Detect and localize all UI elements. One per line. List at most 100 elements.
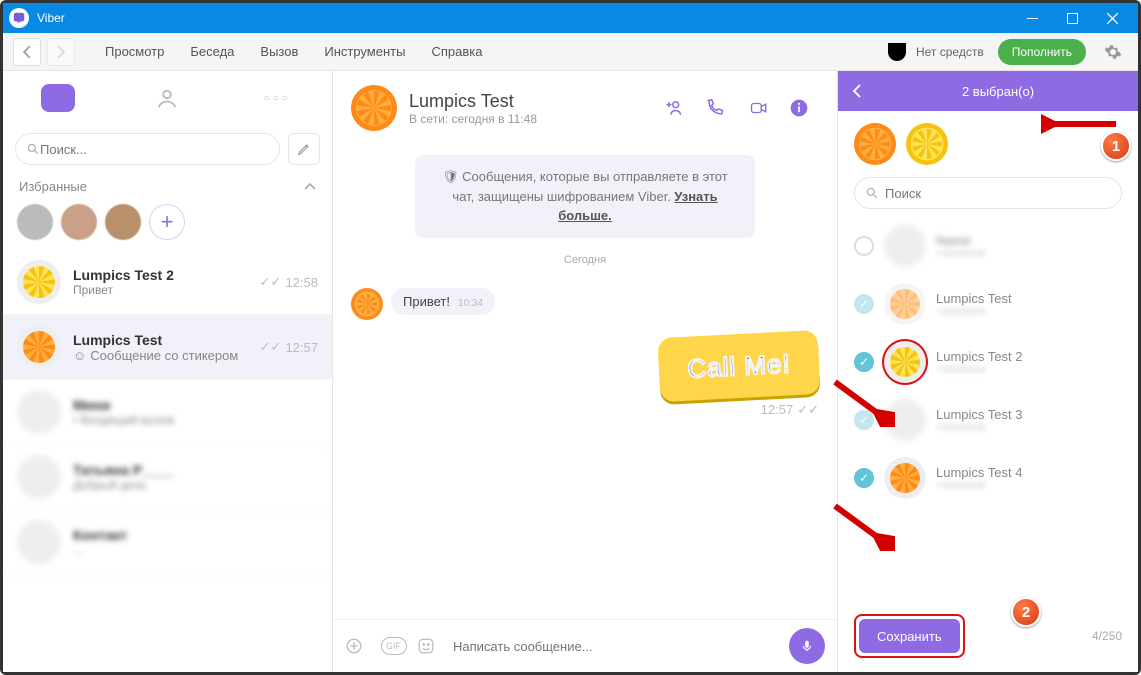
avatar-icon	[884, 225, 926, 267]
close-button[interactable]	[1092, 3, 1132, 33]
check-icon: ✓✓	[797, 402, 819, 418]
gif-button[interactable]: GIF	[381, 637, 407, 655]
settings-button[interactable]	[1098, 37, 1128, 67]
select-title: 2 выбран(о)	[872, 84, 1124, 99]
info-button[interactable]	[789, 98, 819, 118]
avatar-icon	[884, 399, 926, 441]
video-call-button[interactable]	[747, 99, 777, 117]
check-icon: ✓✓	[260, 339, 282, 355]
chat-item[interactable]: Татьяна Р____Добрый день	[3, 445, 332, 510]
chat-name: Lumpics Test	[73, 332, 260, 348]
add-contact-button[interactable]	[663, 98, 693, 118]
message-list: Привет! 10:34 Call Me! 12:57✓✓	[333, 272, 837, 620]
message-text: Привет!	[403, 294, 450, 309]
avatar-icon	[884, 283, 926, 325]
chat-time: 12:57	[285, 340, 318, 355]
conversation-name: Lumpics Test	[409, 91, 651, 112]
attach-button[interactable]	[345, 637, 371, 655]
select-counter: 4/250	[1092, 629, 1122, 643]
balance-text: Нет средств	[916, 45, 984, 59]
maximize-button[interactable]	[1052, 3, 1092, 33]
save-button[interactable]: Сохранить	[859, 619, 960, 653]
chat-name: Lumpics Test 2	[73, 267, 260, 283]
back-button[interactable]	[852, 84, 872, 98]
contact-item[interactable]: ✓ Lumpics Test+0000000	[854, 275, 1128, 333]
menu-help[interactable]: Справка	[421, 40, 492, 63]
tab-contacts[interactable]	[142, 73, 192, 123]
tab-chats[interactable]	[33, 73, 83, 123]
message-out-sticker: Call Me! 12:57✓✓	[351, 334, 819, 418]
chat-item[interactable]: Lumpics Test 2 Привет ✓✓12:58	[3, 250, 332, 315]
message-input[interactable]	[453, 639, 779, 654]
avatar-icon	[351, 288, 383, 320]
chevron-up-icon	[304, 183, 316, 191]
chat-preview: Привет	[73, 283, 260, 297]
tab-more[interactable]: ○○○	[252, 73, 302, 123]
message-time: 12:57	[761, 402, 794, 418]
contact-select-list: Name+0000000 ✓ Lumpics Test+0000000 ✓ Lu…	[838, 217, 1138, 604]
left-search[interactable]	[15, 133, 280, 165]
chat-list: Lumpics Test 2 Привет ✓✓12:58 Lumpics Te…	[3, 250, 332, 672]
favorites-label: Избранные	[19, 179, 87, 194]
favorite-avatar[interactable]	[61, 204, 97, 240]
checkbox-icon[interactable]: ✓	[854, 410, 874, 430]
favorite-avatar[interactable]	[17, 204, 53, 240]
checkbox-icon[interactable]: ✓	[854, 294, 874, 314]
chat-item[interactable]: Lumpics Test ☺Сообщение со стикером ✓✓12…	[3, 315, 332, 380]
message-in: Привет! 10:34	[351, 288, 819, 320]
nav-back-button[interactable]	[13, 38, 41, 66]
contact-item[interactable]: ✓ Lumpics Test 3+0000000	[854, 391, 1128, 449]
mic-button[interactable]	[789, 628, 825, 664]
chat-item[interactable]: Контакт...	[3, 510, 332, 575]
chat-time: 12:58	[285, 275, 318, 290]
avatar-icon	[17, 390, 61, 434]
favorites-header[interactable]: Избранные	[3, 173, 332, 200]
checkbox-icon[interactable]	[854, 236, 874, 256]
annotation-badge-1: 1	[1101, 131, 1131, 161]
day-label: Сегодня	[333, 254, 837, 266]
checkbox-icon[interactable]: ✓	[854, 352, 874, 372]
menu-chat[interactable]: Беседа	[180, 40, 244, 63]
composer: GIF	[333, 619, 837, 672]
add-favorite-button[interactable]: +	[149, 204, 185, 240]
viber-logo-icon	[9, 8, 29, 28]
right-search[interactable]	[854, 177, 1122, 209]
conversation-status: В сети: сегодня в 11:48	[409, 112, 651, 126]
encryption-notice: 🛡 Сообщения, которые вы отправляете в эт…	[415, 155, 755, 238]
right-search-input[interactable]	[885, 186, 1111, 201]
message-time: 10:34	[458, 298, 483, 309]
select-footer: Сохранить 4/250	[838, 604, 1138, 672]
avatar-icon	[351, 85, 397, 131]
check-icon: ✓✓	[260, 274, 282, 290]
contact-item[interactable]: ✓ Lumpics Test 4+0000000	[854, 449, 1128, 507]
compose-button[interactable]	[288, 133, 320, 165]
selected-avatars	[838, 111, 1138, 177]
menu-tools[interactable]: Инструменты	[314, 40, 415, 63]
save-highlight: Сохранить	[854, 614, 965, 658]
favorite-avatar[interactable]	[105, 204, 141, 240]
contact-item[interactable]: Name+0000000	[854, 217, 1128, 275]
minimize-button[interactable]	[1012, 3, 1052, 33]
menu-call[interactable]: Вызов	[250, 40, 308, 63]
sticker-callme: Call Me!	[657, 329, 820, 401]
sticker-icon: ☺	[73, 348, 86, 363]
checkbox-icon[interactable]: ✓	[854, 468, 874, 488]
sticker-button[interactable]	[417, 637, 443, 655]
left-panel: ○○○ Избранные + Lumpics Test 2	[3, 71, 333, 672]
conversation-panel: Lumpics Test В сети: сегодня в 11:48 🛡 С…	[333, 71, 838, 672]
contact-item[interactable]: ✓ Lumpics Test 2+0000000	[854, 333, 1128, 391]
nav-forward-button[interactable]	[47, 38, 75, 66]
search-icon	[865, 186, 879, 200]
selected-avatar[interactable]	[854, 123, 896, 165]
voice-call-button[interactable]	[705, 98, 735, 118]
conversation-header: Lumpics Test В сети: сегодня в 11:48	[333, 71, 837, 145]
select-header: 2 выбран(о)	[838, 71, 1138, 111]
selected-avatar[interactable]	[906, 123, 948, 165]
left-search-input[interactable]	[40, 142, 269, 157]
annotation-badge-2: 2	[1011, 597, 1041, 627]
avatar-icon	[884, 457, 926, 499]
menu-view[interactable]: Просмотр	[95, 40, 174, 63]
topup-button[interactable]: Пополнить	[998, 39, 1086, 65]
chat-item[interactable]: Мини• Входящий вызов	[3, 380, 332, 445]
shield-icon: 🛡	[442, 169, 459, 184]
